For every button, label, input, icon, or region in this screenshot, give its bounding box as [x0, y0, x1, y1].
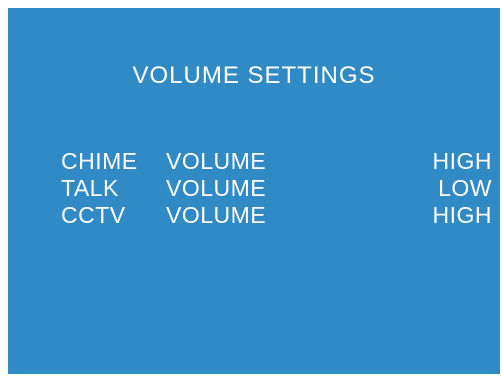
setting-row-talk[interactable]: TALK VOLUME LOW: [8, 175, 500, 202]
setting-name: CCTV: [61, 202, 126, 228]
setting-label: VOLUME: [166, 148, 267, 174]
setting-name: TALK: [61, 175, 119, 201]
setting-label: VOLUME: [166, 202, 267, 228]
setting-name: CHIME: [61, 148, 138, 174]
setting-row-cctv[interactable]: CCTV VOLUME HIGH: [8, 202, 500, 229]
setting-label: VOLUME: [166, 175, 267, 201]
osd-screen: VOLUME SETTINGS CHIME VOLUME HIGH TALK V…: [8, 8, 500, 374]
setting-value: LOW: [438, 175, 492, 201]
page-title: VOLUME SETTINGS: [132, 62, 376, 89]
volume-settings-list: CHIME VOLUME HIGH TALK VOLUME LOW CCTV V…: [8, 148, 500, 229]
setting-value: HIGH: [432, 148, 492, 174]
setting-row-chime[interactable]: CHIME VOLUME HIGH: [8, 148, 500, 175]
setting-value: HIGH: [432, 202, 492, 228]
